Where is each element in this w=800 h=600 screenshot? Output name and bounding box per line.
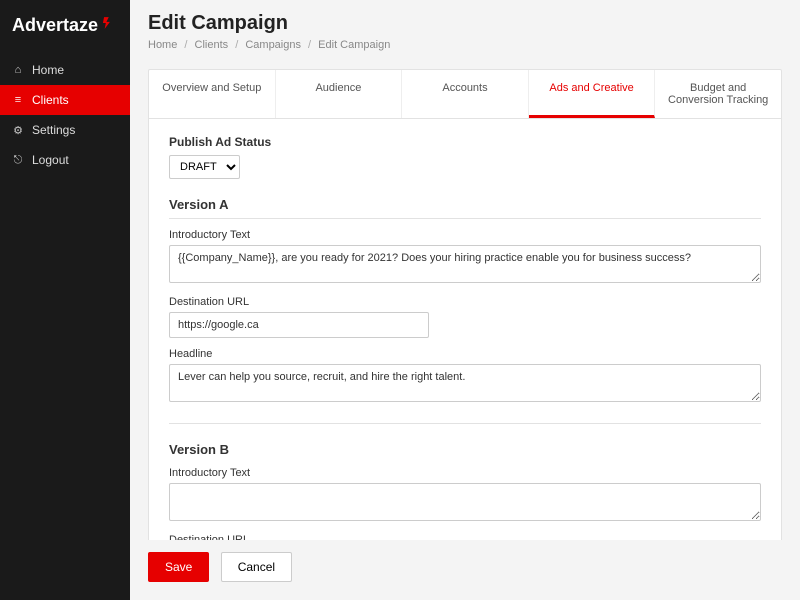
tabs: Overview and Setup Audience Accounts Ads… [149, 70, 781, 119]
sidebar-item-settings[interactable]: ⚙ Settings [0, 115, 130, 145]
bolt-icon [100, 14, 114, 37]
list-icon: ≡ [12, 94, 24, 106]
url-label-a: Destination URL [169, 296, 761, 308]
intro-label-a: Introductory Text [169, 229, 761, 241]
footer: Save Cancel [130, 540, 800, 600]
page-title: Edit Campaign [148, 12, 782, 35]
save-button[interactable]: Save [148, 552, 209, 582]
tab-ads-creative[interactable]: Ads and Creative [529, 70, 656, 118]
intro-label-b: Introductory Text [169, 467, 761, 479]
version-b-title: Version B [169, 442, 761, 457]
breadcrumb-link[interactable]: Campaigns [245, 39, 301, 51]
breadcrumb-link[interactable]: Home [148, 39, 177, 51]
brand: Advertaze [0, 0, 130, 51]
headline-a[interactable]: Lever can help you source, recruit, and … [169, 364, 761, 402]
sidebar-item-logout[interactable]: ⎋ Logout [0, 145, 130, 175]
sidebar-item-clients[interactable]: ≡ Clients [0, 85, 130, 115]
breadcrumb-sep: / [235, 39, 238, 51]
form-area: Publish Ad Status DRAFT Version A Introd… [149, 119, 781, 540]
home-icon: ⌂ [12, 64, 24, 76]
status-label: Publish Ad Status [169, 135, 761, 149]
tab-budget-tracking[interactable]: Budget and Conversion Tracking [655, 70, 781, 118]
breadcrumb-sep: / [184, 39, 187, 51]
logout-icon: ⎋ [12, 154, 24, 167]
tab-overview[interactable]: Overview and Setup [149, 70, 276, 118]
brand-name: Advertaze [12, 15, 98, 36]
nav: ⌂ Home ≡ Clients ⚙ Settings ⎋ Logout [0, 55, 130, 175]
breadcrumb: Home / Clients / Campaigns / Edit Campai… [148, 39, 782, 51]
url-input-a[interactable] [169, 312, 429, 338]
content: Overview and Setup Audience Accounts Ads… [130, 59, 800, 540]
status-select[interactable]: DRAFT [169, 155, 240, 179]
intro-text-b[interactable] [169, 483, 761, 521]
sidebar-item-label: Logout [32, 153, 69, 167]
sidebar-item-home[interactable]: ⌂ Home [0, 55, 130, 85]
main: Edit Campaign Home / Clients / Campaigns… [130, 0, 800, 600]
version-a-title: Version A [169, 197, 761, 212]
sidebar: Advertaze ⌂ Home ≡ Clients ⚙ Settings ⎋ … [0, 0, 130, 600]
sidebar-item-label: Home [32, 63, 64, 77]
gear-icon: ⚙ [12, 124, 24, 137]
breadcrumb-link[interactable]: Clients [195, 39, 229, 51]
tab-audience[interactable]: Audience [276, 70, 403, 118]
breadcrumb-current: Edit Campaign [318, 39, 390, 51]
tab-accounts[interactable]: Accounts [402, 70, 529, 118]
intro-text-a[interactable]: {{Company_Name}}, are you ready for 2021… [169, 245, 761, 283]
headline-label-a: Headline [169, 348, 761, 360]
sidebar-item-label: Clients [32, 93, 69, 107]
page-header: Edit Campaign Home / Clients / Campaigns… [130, 0, 800, 59]
divider [169, 423, 761, 424]
card: Overview and Setup Audience Accounts Ads… [148, 69, 782, 540]
sidebar-item-label: Settings [32, 123, 75, 137]
divider [169, 218, 761, 219]
breadcrumb-sep: / [308, 39, 311, 51]
cancel-button[interactable]: Cancel [221, 552, 292, 582]
